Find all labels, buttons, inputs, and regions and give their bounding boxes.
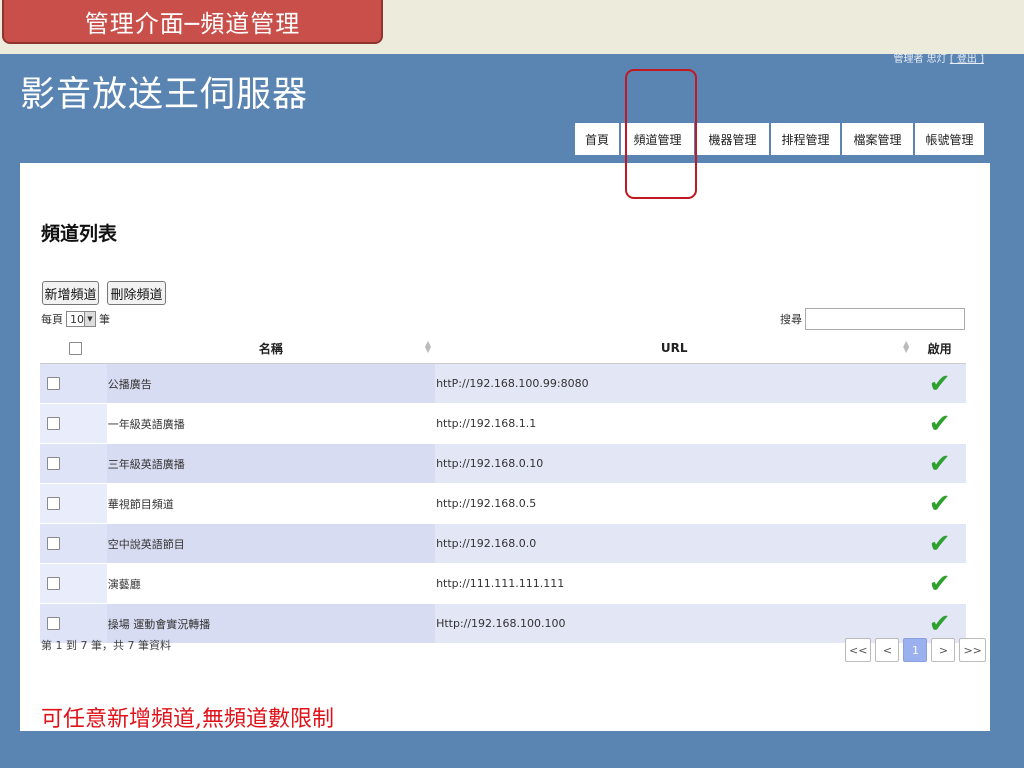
table-row[interactable]: 華視節目頻道 http://192.168.0.5 ✔ (40, 483, 966, 524)
search-area: 搜尋 (780, 308, 965, 330)
channel-url: http://192.168.0.10 (435, 443, 914, 484)
pager-prev-button[interactable]: < (875, 638, 900, 662)
channel-url: httP://192.168.100.99:8080 (435, 363, 914, 404)
enabled-check-icon: ✔ (928, 448, 951, 479)
select-all-checkbox[interactable] (69, 342, 82, 355)
per-page-control: 每頁 10 ▼ 筆 (41, 311, 110, 327)
row-checkbox[interactable] (47, 617, 60, 631)
enabled-check-icon: ✔ (928, 488, 951, 519)
pager-last-button[interactable]: >> (959, 638, 986, 662)
url-column-header[interactable]: URL ▲ ▼ (435, 333, 914, 364)
per-page-value: 10 (70, 312, 84, 326)
tab-schedule-management[interactable]: 排程管理 (771, 123, 840, 155)
page-title: 頻道列表 (41, 223, 118, 245)
per-page-suffix: 筆 (99, 313, 110, 326)
logout-link[interactable]: [ 登出 ] (950, 54, 984, 65)
row-select-cell (40, 563, 107, 604)
table-row[interactable]: 演藝廳 http://111.111.111.111 ✔ (40, 563, 966, 604)
enabled-check-icon: ✔ (928, 408, 951, 439)
annotation-note: 可任意新增頻道,無頻道數限制 (41, 707, 334, 732)
add-channel-button[interactable]: 新增頻道 (42, 281, 99, 305)
table-row[interactable]: 三年級英語廣播 http://192.168.0.10 ✔ (40, 443, 966, 484)
channel-name: 一年級英語廣播 (106, 403, 436, 444)
channel-url: http://192.168.0.5 (435, 483, 914, 524)
channel-url: http://192.168.0.0 (435, 523, 914, 564)
user-info: 管理者 忠灯 [ 登出 ] (893, 50, 984, 65)
app-title: 影音放送王伺服器 (20, 75, 309, 115)
name-header-label: 名稱 (258, 341, 283, 356)
table-row[interactable]: 一年級英語廣播 http://192.168.1.1 ✔ (40, 403, 966, 444)
channel-url: http://192.168.1.1 (435, 403, 914, 444)
channel-name: 空中說英語節目 (106, 523, 436, 564)
row-select-cell (40, 363, 107, 404)
enabled-check-icon: ✔ (928, 528, 951, 559)
user-label: 管理者 忠灯 (893, 54, 947, 65)
enabled-column-header[interactable]: 啟用 (913, 333, 966, 364)
content-panel: 頻道列表 新增頻道 刪除頻道 每頁 10 ▼ 筆 搜尋 名稱 ▲ ▼ URL ▲… (20, 163, 990, 732)
row-checkbox[interactable] (47, 377, 60, 391)
row-checkbox[interactable] (47, 577, 60, 591)
enabled-check-icon: ✔ (928, 368, 951, 399)
row-checkbox[interactable] (47, 417, 60, 431)
highlight-callout (625, 69, 697, 199)
slide-title: 管理介面─頻道管理 (2, 0, 383, 44)
enabled-check-icon: ✔ (928, 568, 951, 599)
delete-channel-button[interactable]: 刪除頻道 (107, 281, 166, 305)
table-info: 第 1 到 7 筆，共 7 筆資料 (41, 639, 171, 652)
chevron-down-icon: ▼ (84, 312, 95, 326)
tab-machine-management[interactable]: 機器管理 (696, 123, 769, 155)
channel-name: 公播廣告 (106, 363, 436, 404)
per-page-prefix: 每頁 (41, 313, 63, 326)
row-select-cell (40, 483, 107, 524)
channel-name: 演藝廳 (106, 563, 436, 604)
row-checkbox[interactable] (47, 497, 60, 511)
per-page-select[interactable]: 10 ▼ (66, 311, 96, 327)
table-row[interactable]: 操場 運動會實況轉播 Http://192.168.100.100 ✔ (40, 603, 966, 644)
channel-url: Http://192.168.100.100 (435, 603, 914, 644)
search-input[interactable] (805, 308, 965, 330)
select-all-header (40, 333, 107, 364)
channel-name: 華視節目頻道 (106, 483, 436, 524)
tab-account-management[interactable]: 帳號管理 (915, 123, 984, 155)
channel-table: 名稱 ▲ ▼ URL ▲ ▼ 啟用 公播廣告 httP://192.168.100.… (40, 333, 966, 644)
channel-name: 三年級英語廣播 (106, 443, 436, 484)
pager-next-button[interactable]: > (931, 638, 956, 662)
row-checkbox[interactable] (47, 457, 60, 471)
search-label: 搜尋 (780, 313, 802, 326)
enabled-check-icon: ✔ (928, 608, 951, 639)
table-row[interactable]: 空中說英語節目 http://192.168.0.0 ✔ (40, 523, 966, 564)
pager-first-button[interactable]: << (845, 638, 872, 662)
table-header-row: 名稱 ▲ ▼ URL ▲ ▼ 啟用 (40, 333, 966, 364)
row-select-cell (40, 523, 107, 564)
row-select-cell (40, 443, 107, 484)
table-row[interactable]: 公播廣告 httP://192.168.100.99:8080 ✔ (40, 363, 966, 404)
enabled-header-label: 啟用 (927, 341, 952, 356)
url-header-label: URL (660, 341, 688, 355)
channel-url: http://111.111.111.111 (435, 563, 914, 604)
row-select-cell (40, 403, 107, 444)
pagination: << < 1 > >> (845, 638, 986, 662)
tab-file-management[interactable]: 檔案管理 (842, 123, 913, 155)
row-checkbox[interactable] (47, 537, 60, 551)
name-column-header[interactable]: 名稱 ▲ ▼ (106, 333, 436, 364)
sort-icon: ▲ ▼ (424, 339, 432, 354)
sort-icon: ▲ ▼ (903, 339, 910, 354)
tab-home[interactable]: 首頁 (575, 123, 619, 155)
pager-page-1[interactable]: 1 (903, 638, 928, 662)
